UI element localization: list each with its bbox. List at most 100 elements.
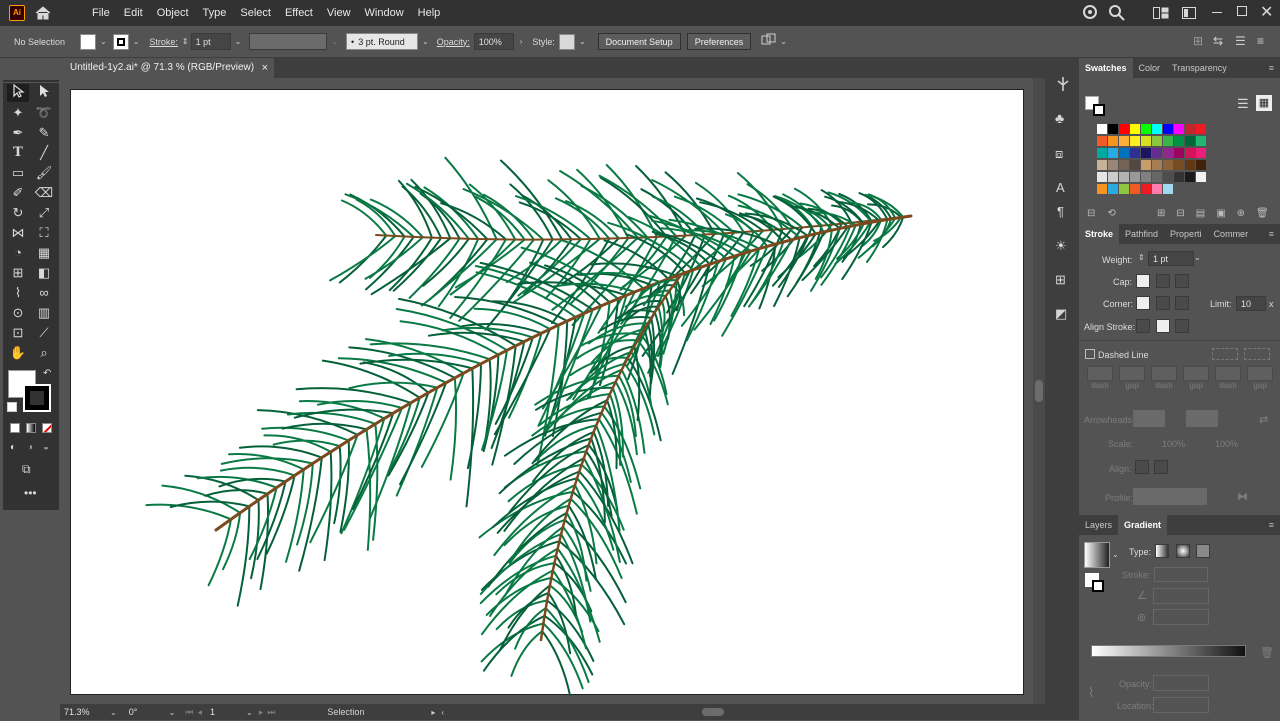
swatch[interactable] xyxy=(1119,160,1129,170)
minimize-icon[interactable] xyxy=(1212,12,1222,13)
butt-cap-icon[interactable] xyxy=(1136,274,1150,288)
limit-input[interactable]: 10 xyxy=(1236,296,1266,311)
align-outside-icon[interactable] xyxy=(1175,319,1189,333)
swatch[interactable] xyxy=(1130,172,1140,182)
swatch[interactable] xyxy=(1108,136,1118,146)
lasso-tool-icon[interactable]: ➰ xyxy=(33,104,55,122)
curvature-tool-icon[interactable]: ✎ xyxy=(33,124,55,142)
fill-dropdown-icon[interactable]: ⌄ xyxy=(100,37,107,46)
menu-window[interactable]: Window xyxy=(358,0,411,26)
arrow-align-place-icon[interactable] xyxy=(1154,460,1168,474)
swatch[interactable] xyxy=(1108,160,1118,170)
panel-menu-icon[interactable]: ≡ xyxy=(1269,63,1274,73)
menu-view[interactable]: View xyxy=(320,0,358,26)
fill-swatch[interactable] xyxy=(80,33,96,50)
pen-tool-icon[interactable]: ✒ xyxy=(7,124,29,142)
panel-tab-color[interactable]: Color xyxy=(1133,58,1167,78)
swatch[interactable] xyxy=(1119,136,1129,146)
swatch[interactable] xyxy=(1141,160,1151,170)
variable-width-profile[interactable] xyxy=(249,33,328,50)
arrange-documents-icon[interactable] xyxy=(1153,7,1169,22)
symbol-sprayer-tool-icon[interactable]: ⊙ xyxy=(7,304,29,322)
swatch[interactable] xyxy=(1174,160,1184,170)
draw-normal-icon[interactable]: ◐ xyxy=(10,442,16,453)
swatch[interactable] xyxy=(1196,124,1206,134)
screen-mode-icon[interactable]: ⧉ xyxy=(22,462,31,477)
pathfinder-icon[interactable]: ◩ xyxy=(1055,306,1067,322)
gradient-eyedropper-icon[interactable]: ⌇ xyxy=(1088,685,1094,701)
swatch[interactable] xyxy=(1108,184,1118,194)
freeform-gradient-icon[interactable] xyxy=(1196,544,1210,558)
swatch[interactable] xyxy=(1141,184,1151,194)
swatch[interactable] xyxy=(1108,148,1118,158)
stroke-weight-input[interactable]: 1 pt xyxy=(190,33,231,50)
swatch[interactable] xyxy=(1152,148,1162,158)
dash-align-icon[interactable] xyxy=(1244,348,1270,360)
menu-file[interactable]: File xyxy=(85,0,117,26)
home-icon[interactable] xyxy=(34,4,52,22)
column-graph-tool-icon[interactable]: ▥ xyxy=(33,304,55,322)
free-transform-tool-icon[interactable]: ⛶ xyxy=(33,224,55,242)
scale-start[interactable]: 100% xyxy=(1162,439,1185,449)
swatch[interactable] xyxy=(1152,184,1162,194)
control-menu-icon[interactable]: ≡ xyxy=(1257,34,1264,48)
last-artboard-icon[interactable]: ⏭ xyxy=(267,707,275,718)
character-icon[interactable]: A xyxy=(1056,180,1065,195)
swatch[interactable] xyxy=(1130,184,1140,194)
swatch[interactable] xyxy=(1174,136,1184,146)
shaper-tool-icon[interactable]: ✐ xyxy=(7,184,29,202)
panel-tab-layers[interactable]: Layers xyxy=(1079,515,1118,535)
swatch[interactable] xyxy=(1152,160,1162,170)
none-mode-icon[interactable] xyxy=(42,423,52,433)
grid-view-icon[interactable]: ▦ xyxy=(1256,95,1272,111)
scale-tool-icon[interactable]: ⤢ xyxy=(33,204,55,222)
swatch[interactable] xyxy=(1185,136,1195,146)
swatch[interactable] xyxy=(1097,136,1107,146)
align-grid-icon[interactable]: ⊞ xyxy=(1193,34,1203,48)
type-tool-icon[interactable]: T xyxy=(7,144,29,162)
gradient-mode-icon[interactable] xyxy=(26,423,36,433)
stroke-weight-dropdown-icon[interactable]: ⌄ xyxy=(235,37,242,46)
projecting-cap-icon[interactable] xyxy=(1175,274,1189,288)
style-swatch[interactable] xyxy=(558,33,575,50)
weight-stepper-icon[interactable]: ⇕ xyxy=(1138,253,1145,262)
blend-tool-icon[interactable]: ∞ xyxy=(33,284,55,302)
round-join-icon[interactable] xyxy=(1156,296,1170,310)
swatch[interactable] xyxy=(1163,124,1173,134)
panel-menu-icon[interactable]: ≡ xyxy=(1269,229,1274,239)
draw-behind-icon[interactable]: ◑ xyxy=(27,442,33,453)
document-tab[interactable]: Untitled-1y2.ai* @ 71.3 % (RGB/Preview) … xyxy=(60,58,274,78)
swatch-more-actions[interactable]: ⊞⊟▤▣⊕🗑 xyxy=(1157,208,1280,219)
scroll-left-icon[interactable]: ‹ xyxy=(441,708,444,717)
direct-selection-tool-icon[interactable] xyxy=(33,84,55,102)
swatch[interactable] xyxy=(1196,172,1206,182)
panel-tab-pathfind[interactable]: Pathfind xyxy=(1119,224,1164,244)
menu-help[interactable]: Help xyxy=(411,0,448,26)
swap-arrowheads-icon[interactable]: ⇄ xyxy=(1259,413,1268,426)
align-inside-icon[interactable] xyxy=(1156,319,1170,333)
next-artboard-icon[interactable]: ▸ xyxy=(259,707,264,718)
zoom-dropdown-icon[interactable]: ⌄ xyxy=(110,708,117,717)
swatch[interactable] xyxy=(1152,172,1162,182)
preferences-button[interactable]: Preferences xyxy=(686,33,752,50)
scale-end[interactable]: 100% xyxy=(1215,439,1238,449)
aspect-ratio-input[interactable] xyxy=(1153,609,1209,625)
gap-input[interactable] xyxy=(1183,366,1209,381)
opacity-label[interactable]: Opacity: xyxy=(437,37,470,47)
panel-tab-properti[interactable]: Properti xyxy=(1164,224,1208,244)
swatch[interactable] xyxy=(1163,136,1173,146)
gradient-location-input[interactable] xyxy=(1153,697,1209,713)
document-setup-button[interactable]: Document Setup xyxy=(597,33,681,50)
zoom-tool-icon[interactable]: ⌕ xyxy=(33,344,55,362)
appearance-icon[interactable]: ☀ xyxy=(1055,238,1067,254)
slice-tool-icon[interactable]: ⟋ xyxy=(33,324,55,342)
dash-input[interactable] xyxy=(1151,366,1177,381)
arrowhead-start-select[interactable] xyxy=(1133,410,1165,427)
menu-select[interactable]: Select xyxy=(233,0,278,26)
rotation-value[interactable]: 0° xyxy=(125,704,167,721)
swatch[interactable] xyxy=(1119,184,1129,194)
list-view-icon[interactable]: ☰ xyxy=(1237,96,1249,112)
swatch[interactable] xyxy=(1174,172,1184,182)
arrange-icon[interactable] xyxy=(761,33,777,50)
close-tab-icon[interactable]: × xyxy=(262,58,268,78)
